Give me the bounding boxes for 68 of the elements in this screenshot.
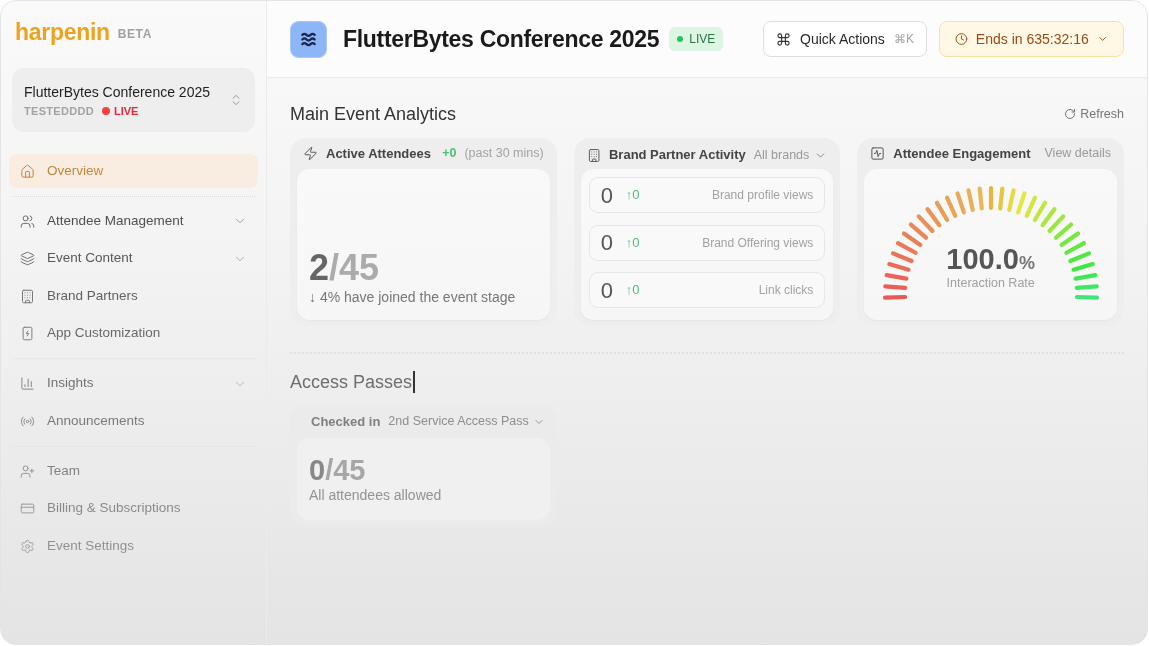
checked-in-total: /45 xyxy=(325,454,366,486)
brand-filter-dropdown[interactable]: All brands xyxy=(753,145,828,165)
quick-actions-button[interactable]: Quick Actions ⌘K xyxy=(763,21,927,57)
live-status: LIVE xyxy=(113,103,139,118)
building-icon xyxy=(20,288,35,304)
card-title: Checked in xyxy=(311,412,381,431)
command-icon xyxy=(776,31,791,47)
nav-item[interactable]: App Customization xyxy=(9,316,258,351)
phone-bolt-icon xyxy=(20,326,35,341)
view-details-link[interactable]: View details xyxy=(1044,144,1111,163)
users-icon xyxy=(20,213,35,229)
logo-wordmark: harpenin xyxy=(15,19,110,45)
metric-label: Link clicks xyxy=(758,282,814,299)
building-icon xyxy=(586,147,601,163)
engagement-caption: Interaction Rate xyxy=(946,275,1035,291)
section-title: Main Event Analytics xyxy=(290,102,457,126)
bar-chart-icon xyxy=(20,376,35,391)
pass-caption: All attendees allowed xyxy=(309,486,443,504)
settings-icon xyxy=(20,538,35,554)
nav-item[interactable]: Insights xyxy=(9,366,258,401)
activity-icon xyxy=(870,146,886,161)
nav-item[interactable]: Billing & Subscriptions xyxy=(9,491,258,526)
event-timer-button[interactable]: Ends in 635:32:16 xyxy=(939,21,1124,57)
checked-in-count: 0 xyxy=(309,454,326,486)
shortcut-hint: ⌘K xyxy=(894,31,914,48)
refresh-icon xyxy=(1064,108,1077,120)
lightning-icon xyxy=(303,146,318,161)
event-switcher[interactable]: FlutterBytes Conference 2025 TESTEDDDD LIVE xyxy=(12,68,255,132)
stage-join-note: ↓ 4% have joined the event stage xyxy=(309,288,517,306)
metric-value: 0 xyxy=(600,276,614,305)
engagement-unit: % xyxy=(1018,253,1035,273)
card-title: Attendee Engagement xyxy=(893,144,1031,163)
metric-label: Brand Offering views xyxy=(702,234,814,252)
metric-label: Brand profile views xyxy=(711,187,814,204)
engagement-value: 100.0 xyxy=(946,243,1019,275)
metric-change: ↑0 xyxy=(625,281,640,300)
nav-item[interactable]: Event Content xyxy=(9,241,258,276)
nav-item[interactable]: Announcements xyxy=(9,404,258,438)
section-title: Access Passes xyxy=(290,370,413,394)
layers-icon xyxy=(20,251,35,266)
credit-card-icon xyxy=(20,501,35,516)
nav-item[interactable]: Brand Partners xyxy=(9,279,258,313)
metric-change: ↑0 xyxy=(625,233,640,252)
event-code: TESTEDDDD xyxy=(24,103,94,118)
event-logo-icon xyxy=(290,20,327,58)
change-value: +0 xyxy=(442,145,457,163)
metric-change: ↑0 xyxy=(625,186,640,205)
refresh-button[interactable]: Refresh xyxy=(1064,104,1124,124)
beta-label: BETA xyxy=(117,26,152,42)
event-name: FlutterBytes Conference 2025 xyxy=(24,82,211,101)
card-title: Active Attendees xyxy=(326,144,431,163)
nav-item[interactable]: Team xyxy=(9,454,258,488)
metric-value: 0 xyxy=(600,229,614,257)
text-cursor-icon xyxy=(413,371,415,393)
metric-value: 0 xyxy=(600,181,614,210)
card-title: Brand Partner Activity xyxy=(608,146,746,165)
pass-filter-dropdown[interactable]: 2nd Service Access Pass xyxy=(388,412,545,431)
home-icon xyxy=(20,163,35,179)
nav-item[interactable]: Event Settings xyxy=(9,529,258,563)
live-status: LIVE xyxy=(689,31,716,48)
clock-icon xyxy=(955,31,968,47)
nav-item[interactable]: Attendee Management xyxy=(9,204,258,238)
period-label: (past 30 mins) xyxy=(464,145,544,163)
attendee-total: /45 xyxy=(329,248,380,288)
nav-item[interactable]: Overview xyxy=(9,154,258,188)
user-plus-icon xyxy=(20,463,35,479)
event-title: FlutterBytes Conference 2025 xyxy=(343,24,660,54)
attendee-count: 2 xyxy=(309,248,330,288)
